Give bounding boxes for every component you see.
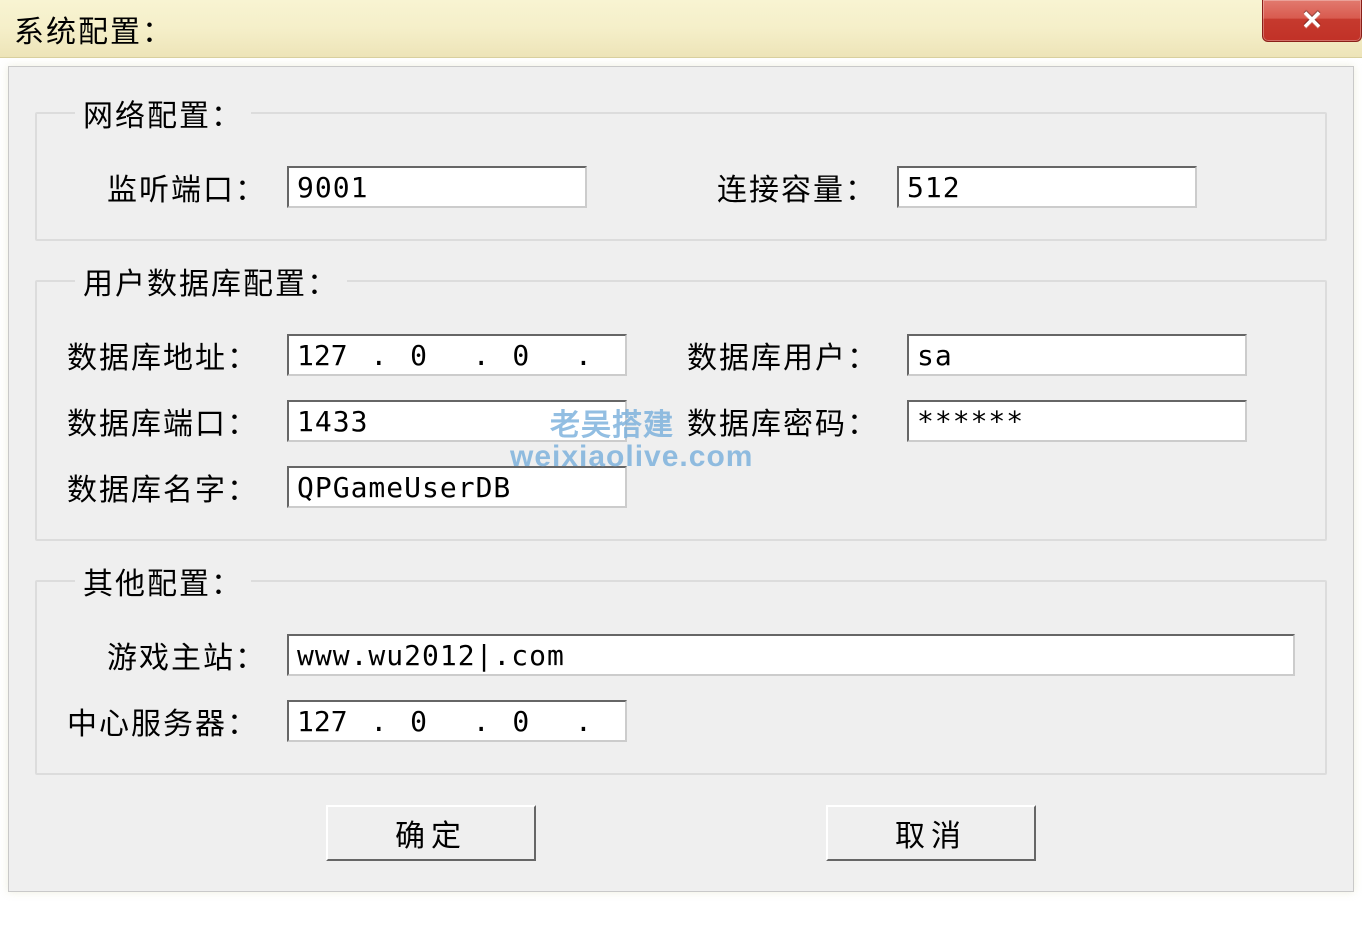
db-port-label: 数据库端口： — [67, 399, 267, 443]
titlebar: 系统配置： ✕ — [0, 0, 1362, 58]
db-name-input[interactable] — [287, 466, 627, 508]
close-button[interactable]: ✕ — [1262, 0, 1362, 42]
capacity-input[interactable] — [897, 166, 1197, 208]
other-config-group: 其他配置： 游戏主站： 中心服务器： — [35, 559, 1327, 775]
db-user-input[interactable] — [907, 334, 1247, 376]
db-address-label: 数据库地址： — [67, 333, 267, 377]
db-password-label: 数据库密码： — [687, 399, 887, 443]
cancel-button[interactable]: 取消 — [826, 805, 1036, 861]
db-password-input[interactable] — [907, 400, 1247, 442]
dialog-body: 网络配置： 监听端口： 连接容量： 用户数据库配置： 数据库地址： 数据库用户：… — [8, 66, 1354, 892]
db-address-input[interactable] — [287, 334, 627, 376]
listen-port-input[interactable] — [287, 166, 587, 208]
gamesite-input[interactable] — [287, 634, 1295, 676]
centerserver-label: 中心服务器： — [67, 699, 267, 743]
button-row: 确定 取消 — [35, 805, 1327, 861]
other-legend: 其他配置： — [75, 559, 251, 603]
centerserver-input[interactable] — [287, 700, 627, 742]
ok-button[interactable]: 确定 — [326, 805, 536, 861]
db-name-label: 数据库名字： — [67, 465, 267, 509]
window-title: 系统配置： — [14, 7, 174, 51]
capacity-label: 连接容量： — [717, 165, 877, 209]
gamesite-label: 游戏主站： — [67, 633, 267, 677]
network-legend: 网络配置： — [75, 91, 251, 135]
db-user-label: 数据库用户： — [687, 333, 887, 377]
userdb-legend: 用户数据库配置： — [75, 259, 347, 303]
close-icon: ✕ — [1301, 6, 1323, 36]
userdb-config-group: 用户数据库配置： 数据库地址： 数据库用户： 数据库端口： 数据库密码： 数据库… — [35, 259, 1327, 541]
network-config-group: 网络配置： 监听端口： 连接容量： — [35, 91, 1327, 241]
listen-port-label: 监听端口： — [107, 165, 267, 209]
db-port-input[interactable] — [287, 400, 627, 442]
